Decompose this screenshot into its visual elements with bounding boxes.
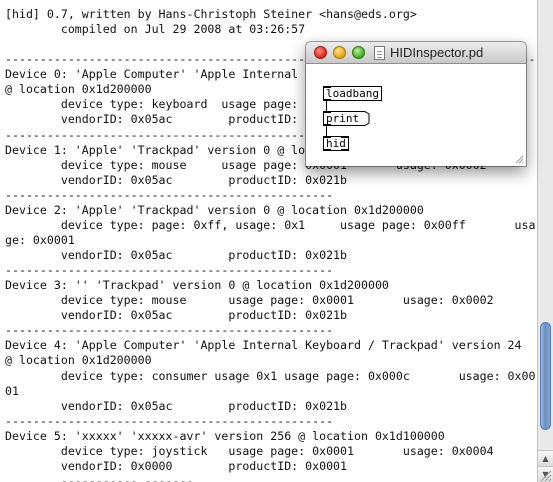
console-line: device type: consumer usage 0x1 usage pa… (5, 368, 536, 383)
console-line: vendorID: 0x05ac productID: 0x021b (5, 248, 348, 262)
console-line: ----------------------------------------… (5, 323, 334, 338)
hid-outlet-right[interactable] (340, 149, 348, 151)
scrollbar-thumb[interactable] (540, 322, 551, 430)
console-line: ----------------------------------------… (5, 413, 334, 428)
message-box-flag-icon (364, 111, 370, 126)
console-line: ----------------------------------------… (5, 187, 334, 202)
pd-patch-window: HIDInspector.pd loadbang print hid (306, 42, 526, 166)
console-line: vendorID: 0x05ac productID: 0x021b (5, 398, 348, 413)
console-resize-grip-icon[interactable] (537, 469, 553, 482)
pd-window-resize-grip-icon[interactable] (514, 154, 524, 164)
loadbang-object-label: loadbang (326, 87, 379, 100)
scroll-up-arrow-icon[interactable]: ▲ (538, 450, 553, 466)
console-line: ge: 0x0001 (5, 232, 75, 247)
console-line: [hid] 0.7, written by Hans-Christoph Ste… (5, 7, 417, 21)
minimize-button[interactable] (333, 46, 346, 59)
console-vertical-scrollbar[interactable]: ▲ ▼ (537, 0, 553, 482)
pd-window-titlebar[interactable]: HIDInspector.pd (306, 42, 526, 64)
pd-patch-canvas[interactable]: loadbang print hid (306, 64, 526, 166)
hid-outlet-left[interactable] (324, 149, 331, 151)
zoom-button[interactable] (352, 46, 365, 59)
loadbang-inlet (324, 86, 331, 88)
close-button[interactable] (314, 46, 327, 59)
console-line: Device 5: 'xxxxx' 'xxxxx-avr' version 25… (5, 428, 445, 443)
console-line: Device 2: 'Apple' 'Trackpad' version 0 @… (5, 202, 424, 217)
console-line: vendorID: 0x0000 productID: 0x0001 (5, 458, 348, 473)
document-icon (374, 46, 385, 60)
print-inlet (324, 111, 331, 113)
console-line: Device 4: 'Apple Computer' 'Apple Intern… (5, 338, 522, 353)
console-line: vendorID: 0x05ac productID: 0x021b (5, 308, 348, 323)
hid-object[interactable]: hid (323, 136, 349, 151)
console-line: vendorID: 0x05ac productID: 0x021b (5, 172, 348, 187)
hid-inlet-right (340, 136, 348, 138)
console-line: device type: joystick usage page: 0x0001… (5, 443, 494, 458)
hid-inlet-left (324, 136, 331, 138)
console-line: ----------------------------------------… (5, 263, 334, 278)
console-line: @ location 0x1d200000 (5, 353, 152, 368)
console-line: Device 3: '' 'Trackpad' version 0 @ loca… (5, 278, 389, 293)
print-message-box[interactable]: print (323, 111, 370, 126)
pd-window-title: HIDInspector.pd (390, 45, 484, 60)
console-line: @ location 0x1d200000 (5, 82, 152, 97)
console-line: ----------- ------- (5, 473, 194, 482)
console-line: ----------------------------------------… (5, 127, 334, 142)
console-line: compiled on Jul 29 2008 at 03:26:57 (5, 22, 306, 37)
console-line: vendorID: 0x05ac productID: 0x021b (5, 112, 348, 127)
loadbang-object[interactable]: loadbang (323, 86, 382, 101)
console-line: device type: mouse usage page: 0x0001 us… (5, 293, 494, 308)
console-line: 01 (5, 383, 19, 398)
console-line: device type: page: 0xff, usage: 0x1 usag… (5, 217, 536, 232)
